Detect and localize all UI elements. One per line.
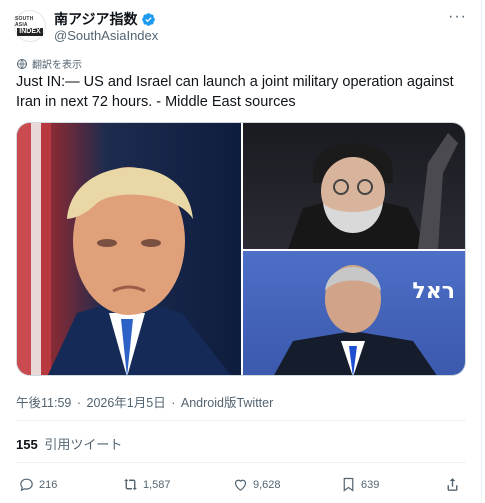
background-hebrew-text: ראל bbox=[412, 279, 455, 304]
translate-link[interactable]: 翻訳を表示 bbox=[16, 56, 82, 71]
media-image-left[interactable] bbox=[17, 123, 241, 375]
like-count: 9,628 bbox=[253, 478, 281, 491]
media-grid: ראל bbox=[16, 122, 466, 376]
tweet-text: Just IN:— US and Israel can launch a joi… bbox=[16, 74, 454, 110]
meta-separator-1: · bbox=[76, 396, 82, 410]
retweet-icon bbox=[124, 478, 137, 491]
portrait-illustration-1 bbox=[17, 123, 231, 375]
portrait-illustration-3 bbox=[274, 265, 437, 375]
tweet-date[interactable]: 2026年1月5日 bbox=[87, 396, 166, 410]
divider-bottom bbox=[16, 462, 466, 463]
portrait-illustration-2 bbox=[288, 133, 458, 249]
quote-count: 155 bbox=[16, 437, 38, 452]
quote-label: 引用ツイート bbox=[44, 437, 123, 452]
tweet-time[interactable]: 午後11:59 bbox=[16, 396, 71, 410]
bookmark-count: 639 bbox=[361, 478, 380, 491]
like-button[interactable]: 9,628 bbox=[232, 476, 281, 493]
reply-button[interactable]: 216 bbox=[18, 476, 57, 493]
reply-icon bbox=[20, 478, 33, 492]
share-icon bbox=[447, 478, 458, 491]
more-options-icon[interactable]: ··· bbox=[448, 8, 467, 26]
verified-badge-icon bbox=[142, 12, 156, 26]
action-bar: 216 1,587 9,628 639 bbox=[16, 476, 466, 498]
share-button[interactable] bbox=[444, 476, 461, 493]
bookmark-button[interactable]: 639 bbox=[340, 476, 379, 493]
media-image-bottom-right[interactable]: ראל bbox=[243, 251, 465, 375]
media-image-top-right[interactable] bbox=[243, 123, 465, 249]
quote-tweets-link[interactable]: 155 引用ツイート bbox=[16, 434, 122, 453]
divider-top bbox=[16, 420, 466, 421]
tweet-card: SOUTH ASIA INDEX 南アジア指数 @SouthAsiaIndex … bbox=[0, 0, 482, 503]
tweet-source[interactable]: Android版Twitter bbox=[181, 396, 273, 410]
reply-count: 216 bbox=[39, 478, 58, 491]
meta-separator-2: · bbox=[171, 396, 176, 410]
bookmark-icon bbox=[343, 477, 354, 492]
translate-label: 翻訳を表示 bbox=[32, 60, 82, 71]
retweet-count: 1,587 bbox=[143, 478, 171, 491]
author-display-name[interactable]: 南アジア指数 bbox=[54, 9, 137, 29]
avatar-logo-top: SOUTH ASIA bbox=[15, 16, 34, 28]
author-handle[interactable]: @SouthAsiaIndex bbox=[54, 28, 158, 43]
heart-icon bbox=[234, 479, 247, 491]
tweet-meta: 午後11:59 · 2026年1月5日 · Android版Twitter bbox=[16, 392, 275, 411]
avatar-logo-bottom: INDEX bbox=[17, 28, 43, 36]
author-name-row: 南アジア指数 bbox=[54, 9, 156, 29]
globe-icon bbox=[17, 58, 27, 69]
retweet-button[interactable]: 1,587 bbox=[122, 476, 171, 493]
author-avatar[interactable]: SOUTH ASIA INDEX bbox=[14, 10, 46, 42]
